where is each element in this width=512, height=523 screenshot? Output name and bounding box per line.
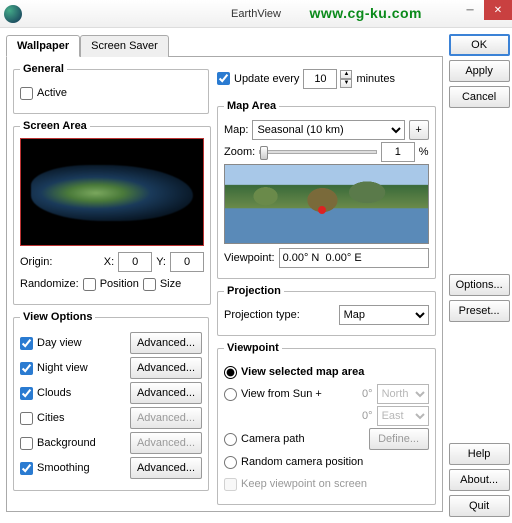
cities-advanced-button: Advanced... (130, 407, 202, 429)
randomize-size-label: Size (160, 278, 181, 290)
randomize-position-label: Position (100, 278, 139, 290)
options-button[interactable]: Options... (449, 274, 510, 296)
nightview-label: Night view (37, 362, 88, 374)
viewpoint-group: Viewpoint View selected map area View fr… (217, 342, 436, 505)
window-buttons: ─ ✕ (456, 0, 512, 20)
map-preview[interactable] (224, 164, 429, 244)
zoom-label: Zoom: (224, 146, 255, 158)
map-select[interactable]: Seasonal (10 km) (252, 120, 404, 140)
ok-button[interactable]: OK (449, 34, 510, 56)
origin-x-input[interactable] (118, 252, 152, 272)
viewpoint-label: Viewpoint: (224, 252, 275, 264)
quit-button[interactable]: Quit (449, 495, 510, 517)
window-title: EarthView (231, 8, 281, 20)
dayview-checkbox[interactable] (20, 337, 33, 350)
nightview-checkbox[interactable] (20, 362, 33, 375)
vp-camera-radio[interactable] (224, 433, 237, 446)
randomize-size-checkbox[interactable] (143, 278, 156, 291)
define-button: Define... (369, 428, 429, 450)
randomize-position-checkbox[interactable] (83, 278, 96, 291)
smoothing-checkbox[interactable] (20, 462, 33, 475)
close-button[interactable]: ✕ (484, 0, 512, 20)
vp-sun-label: View from Sun + (241, 388, 322, 400)
map-label: Map: (224, 124, 248, 136)
screen-area-group: Screen Area Origin: X: Y: Randomize: (13, 120, 211, 305)
vp-sun-radio[interactable] (224, 388, 237, 401)
randomize-label: Randomize: (20, 278, 79, 290)
viewpoint-legend: Viewpoint (224, 342, 282, 354)
projection-group: Projection Projection type: Map (217, 285, 436, 336)
clouds-checkbox[interactable] (20, 387, 33, 400)
smoothing-advanced-button[interactable]: Advanced... (130, 457, 202, 479)
sun-dir1-select: North (377, 384, 429, 404)
keep-viewpoint-checkbox (224, 478, 237, 491)
clouds-label: Clouds (37, 387, 71, 399)
view-options-legend: View Options (20, 311, 95, 323)
watermark: www.cg-ku.com (309, 5, 422, 21)
screen-preview[interactable] (20, 138, 204, 246)
vp-selected-radio[interactable] (224, 366, 237, 379)
zoom-slider[interactable] (259, 150, 377, 154)
sun-dir2-select: East (377, 406, 429, 426)
about-button[interactable]: About... (449, 469, 510, 491)
clouds-advanced-button[interactable]: Advanced... (130, 382, 202, 404)
vp-selected-label: View selected map area (241, 366, 364, 378)
update-spinner[interactable]: ▲▼ (340, 70, 352, 88)
minutes-label: minutes (356, 73, 395, 85)
cancel-button[interactable]: Cancel (449, 86, 510, 108)
minimize-button[interactable]: ─ (456, 0, 484, 20)
origin-y-input[interactable] (170, 252, 204, 272)
sun-deg1: 0° (362, 388, 373, 400)
preset-button[interactable]: Preset... (449, 300, 510, 322)
dayview-advanced-button[interactable]: Advanced... (130, 332, 202, 354)
keep-viewpoint-label: Keep viewpoint on screen (241, 478, 367, 490)
projection-type-label: Projection type: (224, 309, 300, 321)
tab-bar: Wallpaper Screen Saver (6, 34, 443, 56)
general-legend: General (20, 63, 67, 75)
map-add-button[interactable]: + (409, 120, 429, 140)
active-checkbox[interactable] (20, 87, 33, 100)
app-icon (4, 5, 22, 23)
projection-legend: Projection (224, 285, 284, 297)
viewpoint-marker (318, 206, 326, 214)
x-label: X: (104, 256, 114, 268)
zoom-input[interactable] (381, 142, 415, 162)
map-area-legend: Map Area (224, 100, 279, 112)
titlebar: EarthView www.cg-ku.com ─ ✕ (0, 0, 512, 28)
smoothing-label: Smoothing (37, 462, 90, 474)
screen-area-legend: Screen Area (20, 120, 90, 132)
active-label: Active (37, 87, 67, 99)
viewpoint-input[interactable] (279, 248, 429, 268)
general-group: General Active (13, 63, 209, 114)
origin-label: Origin: (20, 256, 52, 268)
background-checkbox[interactable] (20, 437, 33, 450)
cities-checkbox[interactable] (20, 412, 33, 425)
help-button[interactable]: Help (449, 443, 510, 465)
y-label: Y: (156, 256, 166, 268)
vp-random-radio[interactable] (224, 456, 237, 469)
nightview-advanced-button[interactable]: Advanced... (130, 357, 202, 379)
vp-random-label: Random camera position (241, 456, 363, 468)
projection-type-select[interactable]: Map (339, 305, 429, 325)
dayview-label: Day view (37, 337, 82, 349)
tab-screensaver[interactable]: Screen Saver (80, 35, 169, 57)
view-options-group: View Options Day view Advanced... Night v… (13, 311, 209, 491)
tab-wallpaper[interactable]: Wallpaper (6, 35, 80, 57)
apply-button[interactable]: Apply (449, 60, 510, 82)
cities-label: Cities (37, 412, 65, 424)
update-every-checkbox[interactable] (217, 72, 230, 85)
background-advanced-button: Advanced... (130, 432, 202, 454)
zoom-unit: % (419, 146, 429, 158)
update-every-label: Update every (234, 73, 299, 85)
map-area-group: Map Area Map: Seasonal (10 km) + Zoom: % (217, 100, 436, 279)
background-label: Background (37, 437, 96, 449)
sun-deg2: 0° (362, 410, 373, 422)
vp-camera-label: Camera path (241, 433, 305, 445)
update-every-input[interactable] (303, 69, 337, 89)
